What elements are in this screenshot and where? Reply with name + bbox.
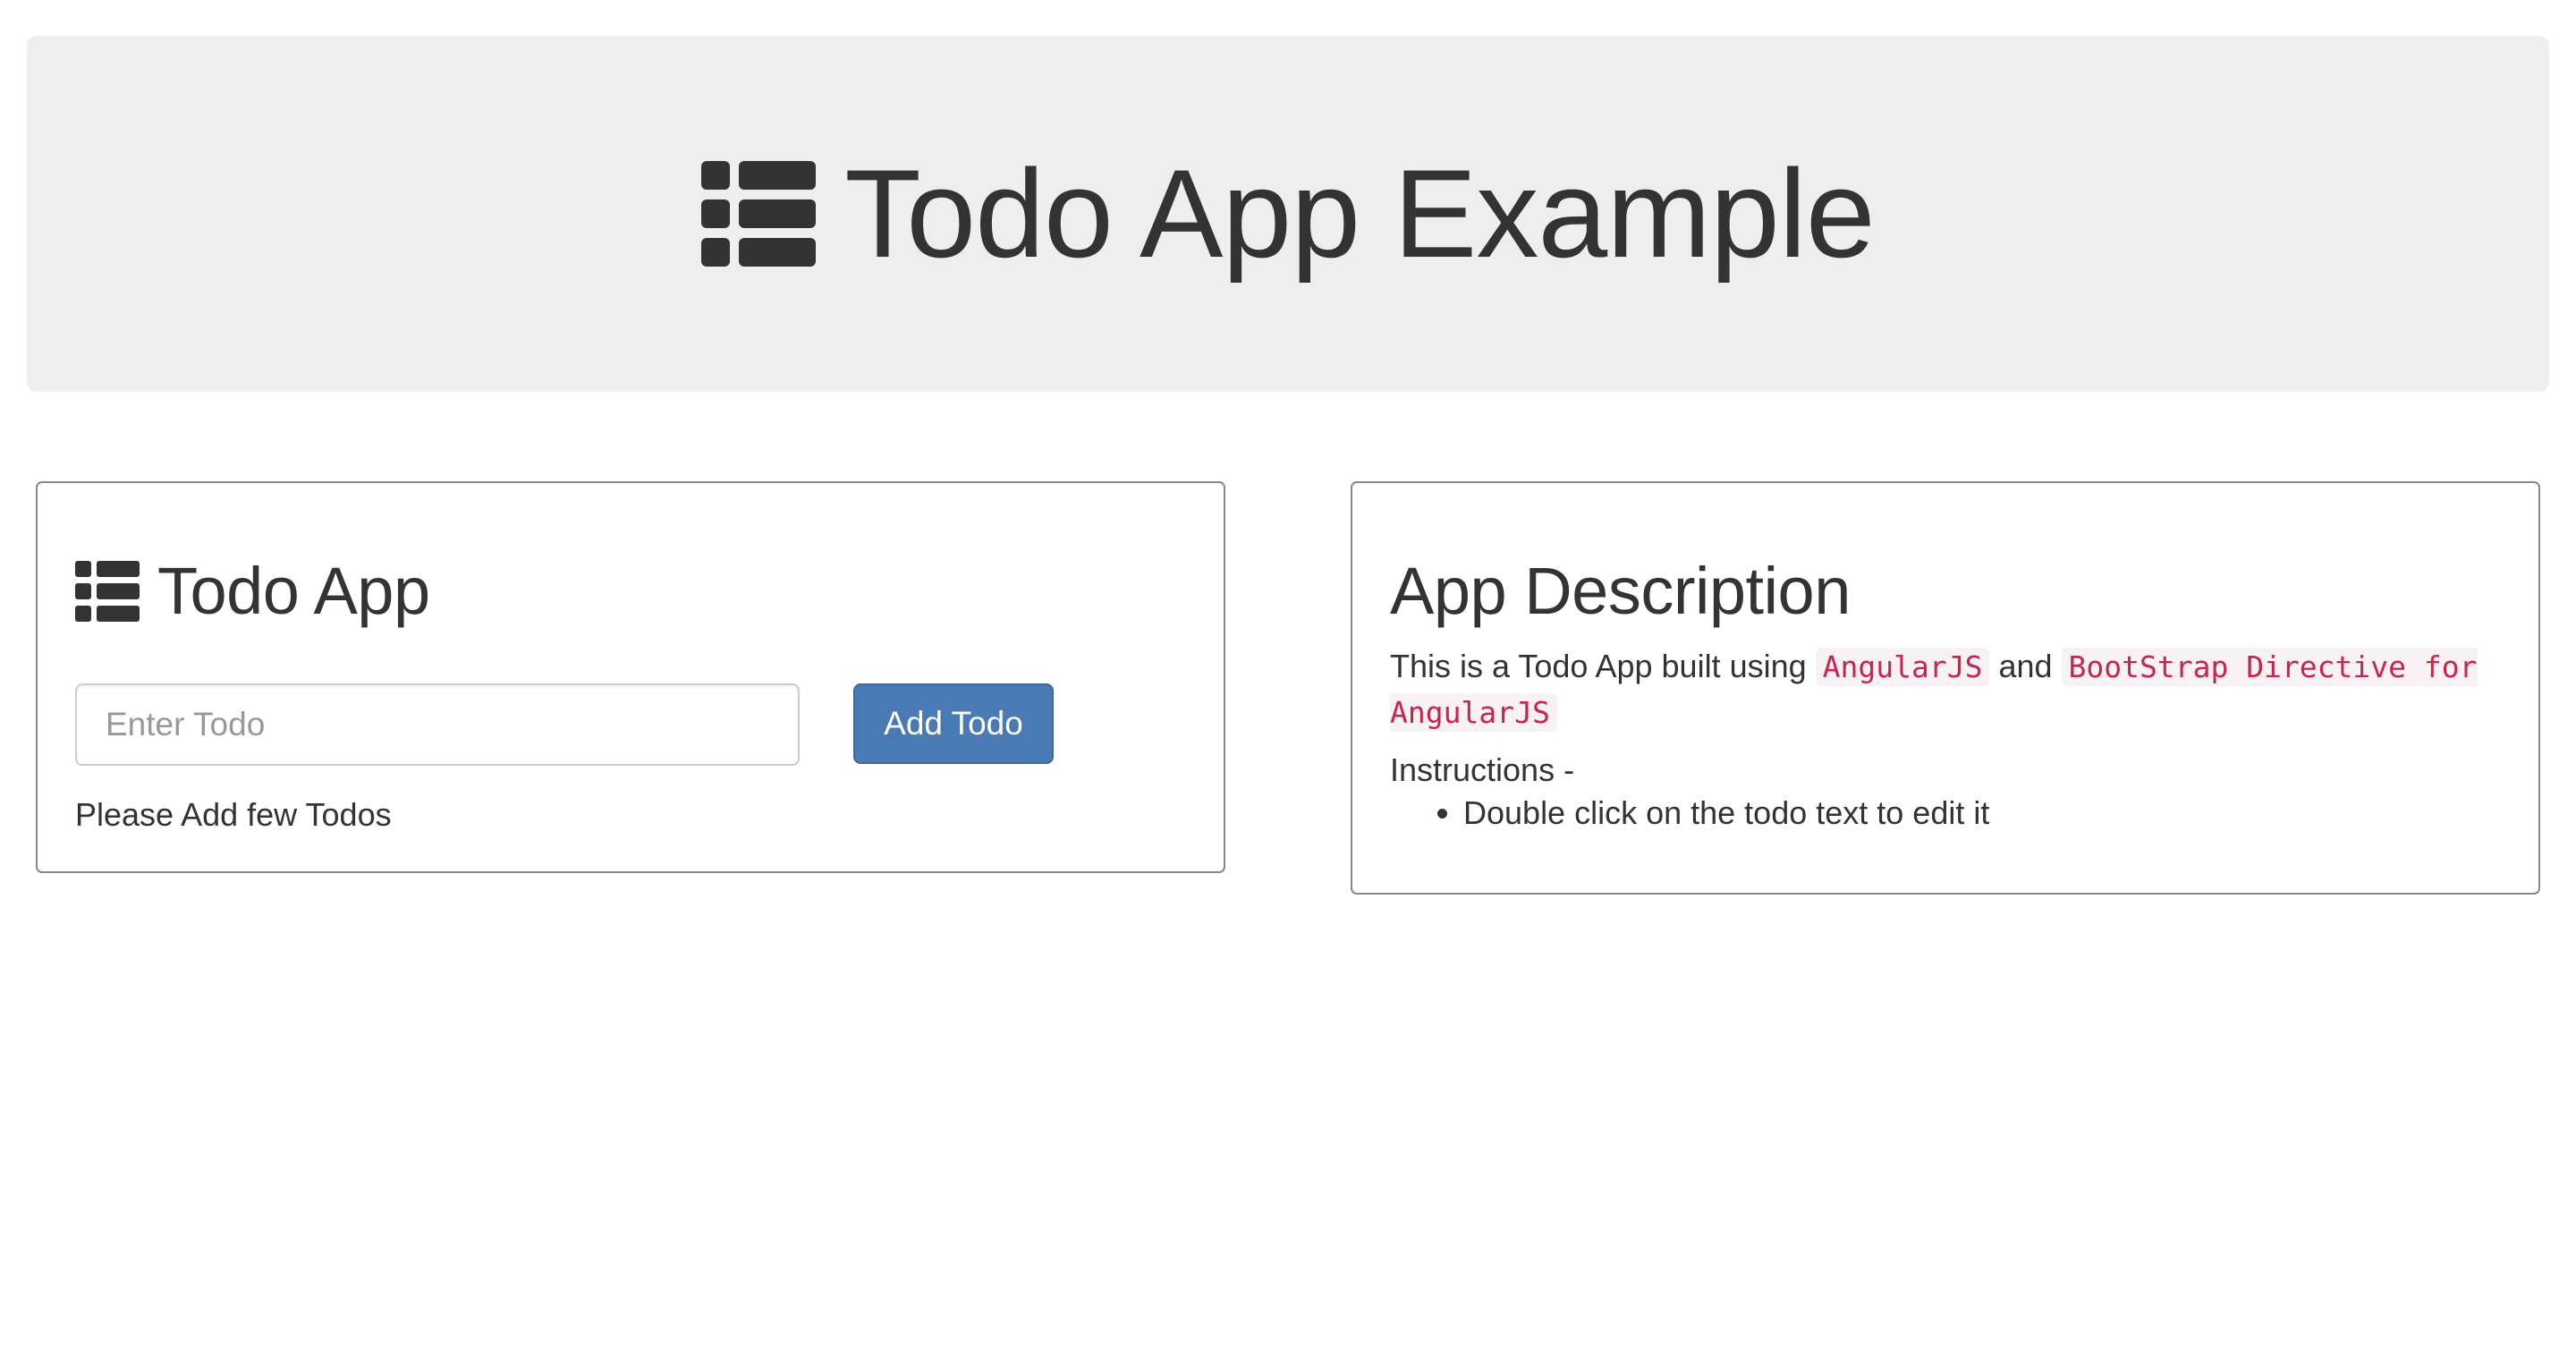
todo-panel-heading-text: Todo App xyxy=(157,554,430,628)
list-icon xyxy=(701,161,817,267)
header-jumbotron: Todo App Example xyxy=(27,36,2549,392)
list-item: Double click on the todo text to edit it xyxy=(1463,794,1989,832)
todo-panel-heading: Todo App xyxy=(75,553,430,629)
empty-todos-message: Please Add few Todos xyxy=(75,796,392,833)
page-title: Todo App Example xyxy=(701,141,1876,286)
instructions-label: Instructions - xyxy=(1390,751,1575,788)
instructions-list: Double click on the todo text to edit it xyxy=(1390,794,1989,832)
description-panel: App Description This is a Todo App built… xyxy=(1351,481,2540,895)
todo-input[interactable] xyxy=(75,683,800,766)
tech-angularjs: AngularJS xyxy=(1815,648,1990,686)
list-icon xyxy=(75,560,140,622)
todo-panel: Todo App Add Todo Please Add few Todos xyxy=(36,481,1225,873)
description-panel-heading: App Description xyxy=(1390,553,1851,629)
page-title-text: Todo App Example xyxy=(844,143,1875,284)
description-intro-middle: and xyxy=(1989,648,2062,684)
description-heading-text: App Description xyxy=(1390,554,1851,628)
add-todo-button[interactable]: Add Todo xyxy=(853,683,1054,764)
app-description-text: This is a Todo App built using AngularJS… xyxy=(1390,644,2508,735)
description-intro-prefix: This is a Todo App built using xyxy=(1390,648,1816,684)
